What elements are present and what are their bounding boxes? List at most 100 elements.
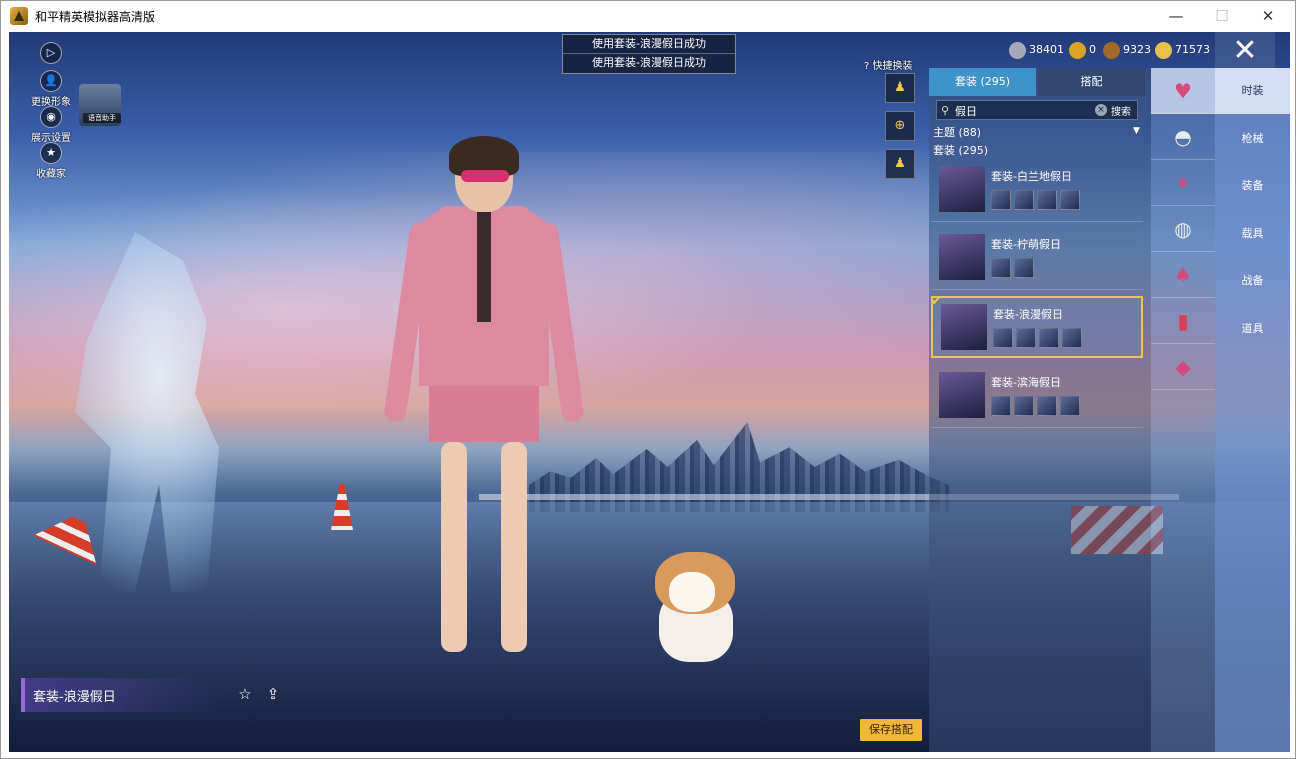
suit-part-icon[interactable] bbox=[1060, 396, 1080, 416]
search-bar: ⚲ × 搜索 bbox=[936, 100, 1138, 120]
suit-part-icon[interactable] bbox=[1062, 328, 1082, 348]
app-logo-icon bbox=[10, 7, 28, 25]
collector-label: 收藏家 bbox=[36, 169, 66, 180]
search-button[interactable]: 搜索 bbox=[1111, 103, 1131, 118]
collector-icon: ★ bbox=[40, 142, 62, 164]
currency-value: 71573 bbox=[1175, 43, 1210, 56]
suit-part-icon[interactable] bbox=[1037, 190, 1057, 210]
outfit-icon[interactable]: ♥ bbox=[1151, 68, 1215, 114]
list-item[interactable]: 套装-滨海假日 bbox=[931, 366, 1143, 428]
pet-face bbox=[669, 572, 715, 612]
current-outfit-name: 套装-浪漫假日 bbox=[33, 690, 116, 705]
suit-part-icon[interactable] bbox=[1060, 190, 1080, 210]
mask-icon[interactable]: ◍ bbox=[1151, 206, 1215, 252]
panel-tabs: 套装 (295) 搭配 bbox=[929, 68, 1151, 96]
outfit-panel: 套装 (295) 搭配 ⚲ × 搜索 主题 (88) ▼ 套装 (295) 套装… bbox=[929, 68, 1151, 752]
category-sidebar: ♥ ◓ ✦ ◍ ♠ ▮ ◆ bbox=[1151, 68, 1215, 752]
suit-part-icon[interactable] bbox=[1016, 328, 1036, 348]
tab-combinations[interactable]: 搭配 bbox=[1038, 68, 1145, 96]
tab-suits[interactable]: 套装 (295) bbox=[929, 68, 1036, 96]
avatar-icon: 👤 bbox=[40, 70, 62, 92]
top-icon[interactable]: ♠ bbox=[1151, 252, 1215, 298]
close-window-button[interactable]: ✕ bbox=[1245, 1, 1291, 31]
game-viewport[interactable]: ▷ 👤 更换形象 ◉ 展示设置 ★ 收藏家 语音助手 使用套装-浪漫假日成功 使… bbox=[9, 32, 1290, 752]
quick-change-slot[interactable]: ⊕ bbox=[885, 111, 915, 141]
suit-parts bbox=[991, 396, 1083, 416]
character-leg bbox=[501, 442, 527, 652]
suit-part-icon[interactable] bbox=[1037, 396, 1057, 416]
suit-parts bbox=[991, 190, 1083, 210]
menu-vehicles[interactable]: 载具 bbox=[1215, 211, 1290, 257]
menu-supplies[interactable]: 战备 bbox=[1215, 258, 1290, 304]
currency-value: 0 bbox=[1089, 43, 1096, 56]
shoes-icon[interactable]: ◆ bbox=[1151, 344, 1215, 390]
menu-props[interactable]: 道具 bbox=[1215, 306, 1290, 352]
suit-part-icon[interactable] bbox=[993, 328, 1013, 348]
coin-silver-icon bbox=[1009, 42, 1026, 59]
suit-name: 套装-白兰地假日 bbox=[991, 170, 1072, 183]
list-item[interactable]: 套装-柠萌假日 bbox=[931, 228, 1143, 290]
theme-filter[interactable]: 主题 (88) bbox=[933, 124, 981, 140]
quick-change-slot[interactable]: ♟ bbox=[885, 73, 915, 103]
suit-thumbnail bbox=[941, 304, 987, 350]
save-outfit-button[interactable]: 保存搭配 bbox=[860, 719, 922, 741]
coin-gold-icon bbox=[1069, 42, 1086, 59]
suit-name: 套装-滨海假日 bbox=[991, 376, 1061, 389]
play-icon: ▷ bbox=[40, 42, 62, 64]
toast-message: 使用套装-浪漫假日成功 bbox=[592, 37, 706, 50]
suit-part-icon[interactable] bbox=[1039, 328, 1059, 348]
close-wardrobe-button[interactable]: ✕ bbox=[1215, 32, 1275, 70]
toast-notifications: 使用套装-浪漫假日成功 使用套装-浪漫假日成功 bbox=[562, 34, 736, 74]
quick-change-text: 快捷换装 bbox=[872, 61, 913, 72]
suit-part-icon[interactable] bbox=[991, 258, 1011, 278]
menu-weapons[interactable]: 枪械 bbox=[1215, 116, 1290, 162]
window-title: 和平精英模拟器高清版 bbox=[35, 10, 156, 24]
check-icon: ✔ bbox=[931, 294, 942, 309]
change-avatar-button[interactable]: 👤 更换形象 bbox=[21, 70, 81, 108]
current-outfit-label: 套装-浪漫假日 bbox=[21, 678, 221, 712]
collector-button[interactable]: ★ 收藏家 bbox=[21, 142, 81, 180]
suit-parts bbox=[991, 258, 1037, 278]
quick-change-label: ? 快捷换装 bbox=[864, 57, 913, 72]
favorite-icon[interactable]: ☆ bbox=[235, 685, 255, 703]
minimize-button[interactable]: — bbox=[1153, 1, 1199, 31]
currency-value: 38401 bbox=[1029, 43, 1064, 56]
suit-name: 套装-浪漫假日 bbox=[993, 308, 1063, 321]
voice-assistant-label: 语音助手 bbox=[83, 113, 121, 123]
player-character[interactable] bbox=[383, 136, 585, 662]
menu-fashion[interactable]: 时装 bbox=[1215, 68, 1290, 114]
suit-part-icon[interactable] bbox=[1014, 190, 1034, 210]
suit-part-icon[interactable] bbox=[1014, 258, 1034, 278]
main-category-menu: 时装 枪械 装备 载具 战备 道具 bbox=[1215, 68, 1290, 752]
suit-part-icon[interactable] bbox=[991, 396, 1011, 416]
coin-star-icon bbox=[1155, 42, 1172, 59]
list-item[interactable]: 套装-白兰地假日 bbox=[931, 160, 1143, 222]
suit-name: 套装-柠萌假日 bbox=[991, 238, 1061, 251]
character-skirt bbox=[429, 382, 539, 442]
maximize-button[interactable]: ☐ bbox=[1199, 1, 1245, 31]
shiba-pet[interactable] bbox=[651, 552, 739, 664]
character-leg bbox=[441, 442, 467, 652]
chevron-down-icon[interactable]: ▼ bbox=[1133, 126, 1140, 136]
pants-icon[interactable]: ▮ bbox=[1151, 298, 1215, 344]
toast-message: 使用套装-浪漫假日成功 bbox=[563, 53, 735, 71]
suit-parts bbox=[993, 328, 1085, 348]
display-settings-button[interactable]: ◉ 展示设置 bbox=[21, 106, 81, 144]
quick-change-slot[interactable]: ♟ bbox=[885, 149, 915, 179]
weapon-skin-icon[interactable]: ✦ bbox=[1151, 160, 1215, 206]
eye-icon: ◉ bbox=[40, 106, 62, 128]
list-item-selected[interactable]: ✔ 套装-浪漫假日 bbox=[931, 294, 1143, 358]
suit-thumbnail bbox=[939, 234, 985, 280]
hat-icon[interactable]: ◓ bbox=[1151, 114, 1215, 160]
clear-search-icon[interactable]: × bbox=[1095, 104, 1107, 116]
title-bar[interactable]: 和平精英模拟器高清版 — ☐ ✕ bbox=[1, 1, 1295, 31]
expand-button[interactable]: ▷ bbox=[21, 42, 81, 64]
share-icon[interactable]: ⇪ bbox=[263, 685, 283, 703]
suit-part-icon[interactable] bbox=[1014, 396, 1034, 416]
suit-part-icon[interactable] bbox=[991, 190, 1011, 210]
suit-thumbnail bbox=[939, 372, 985, 418]
search-input[interactable] bbox=[955, 103, 1085, 118]
help-icon: ? bbox=[864, 61, 870, 72]
coin-bronze-icon bbox=[1103, 42, 1120, 59]
menu-equipment[interactable]: 装备 bbox=[1215, 163, 1290, 209]
